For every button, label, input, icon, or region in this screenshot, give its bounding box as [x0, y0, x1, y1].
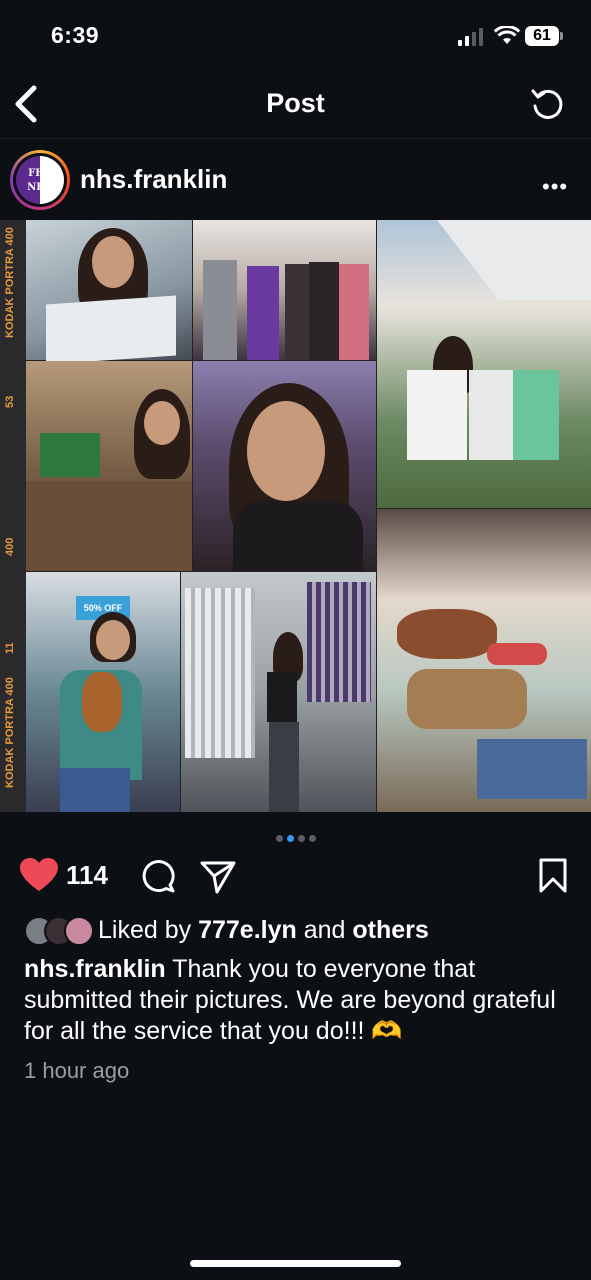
liker-avatar [64, 916, 94, 946]
carousel-dot [297, 835, 305, 842]
caption-username[interactable]: nhs.franklin [24, 955, 166, 983]
post-header: FHS NHS nhs.franklin ••• [0, 140, 591, 220]
battery-level: 61 [525, 26, 559, 46]
author-username[interactable]: nhs.franklin [80, 164, 227, 195]
avatar[interactable]: FHS NHS [13, 153, 67, 207]
status-bar: 6:39 61 [0, 0, 591, 70]
carousel-indicator [0, 829, 591, 847]
avatar-logo: FHS NHS [16, 156, 64, 204]
avatar-logo-text-bottom: NHS [27, 182, 53, 193]
post-image[interactable]: KODAK PORTRA 400 53 400 11 KODAK PORTRA … [0, 220, 591, 812]
bookmark-icon[interactable] [538, 858, 568, 894]
like-count[interactable]: 114 [66, 860, 108, 891]
collage-photo-puppy: 50% OFF [26, 572, 180, 812]
story-ring[interactable]: FHS NHS [10, 150, 70, 210]
liked-by[interactable]: Liked by 777e.lyn and others [24, 912, 584, 948]
action-bar: 114 [0, 852, 591, 900]
collage-photo-racks [181, 572, 376, 812]
battery-cap [560, 32, 563, 40]
post-timestamp: 1 hour ago [24, 1058, 130, 1083]
liked-by-text: Liked by 777e.lyn and others [98, 916, 429, 945]
collage-photo-dogs [377, 509, 591, 812]
nav-bar: Post [0, 70, 591, 139]
film-label: 53 [4, 395, 16, 408]
comment-icon[interactable] [140, 858, 176, 894]
cellular-signal-icon [458, 28, 483, 46]
collage-photo-selfie [193, 361, 376, 571]
collage-photo-reading [26, 220, 192, 365]
liked-by-others[interactable]: others [352, 916, 428, 944]
home-indicator[interactable] [190, 1260, 401, 1267]
carousel-dot-active [286, 835, 294, 842]
wifi-icon [494, 26, 520, 44]
film-label: 11 [4, 642, 16, 654]
heart-icon[interactable] [20, 858, 58, 892]
carousel-dot [275, 835, 283, 842]
collage-photo-group [193, 220, 376, 360]
avatar-logo-text-top: FHS [28, 168, 52, 179]
more-icon[interactable]: ••• [542, 174, 568, 200]
film-label: KODAK PORTRA 400 [4, 227, 16, 338]
liked-by-joiner: and [303, 916, 346, 944]
film-strip: KODAK PORTRA 400 53 400 11 KODAK PORTRA … [0, 220, 26, 812]
liked-by-user[interactable]: 777e.lyn [198, 916, 297, 944]
film-label: KODAK PORTRA 400 [4, 677, 16, 788]
post-caption: nhs.franklin Thank you to everyone that … [24, 954, 574, 1047]
refresh-icon[interactable] [530, 86, 566, 122]
carousel-dot [308, 835, 316, 842]
page-title: Post [266, 88, 325, 118]
collage-photo-crafts [26, 361, 192, 571]
status-time: 6:39 [51, 22, 100, 48]
collage-photo-outdoors [377, 220, 591, 508]
liked-by-prefix: Liked by [98, 916, 192, 944]
send-icon[interactable] [200, 860, 236, 894]
film-label: 400 [4, 537, 16, 556]
